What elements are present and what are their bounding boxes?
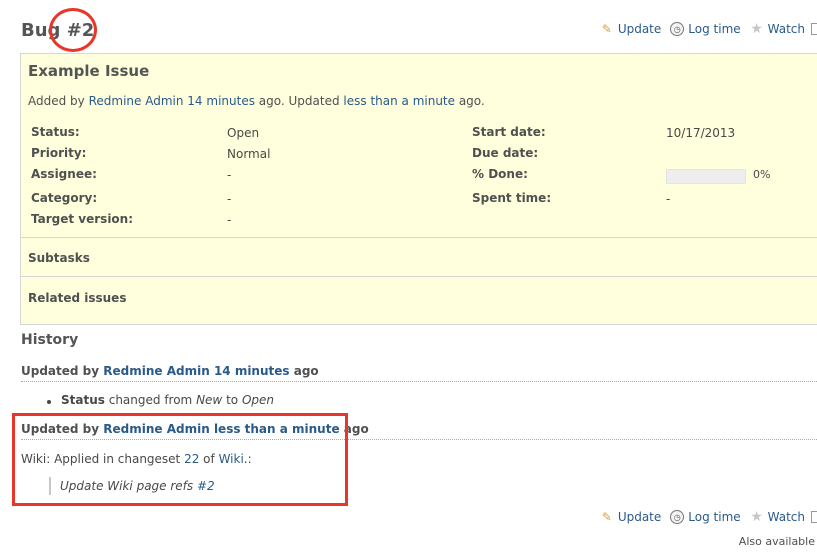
target-version-value: - — [227, 213, 232, 227]
start-date-value: 10/17/2013 — [666, 126, 736, 140]
divider — [21, 237, 817, 238]
contextual-actions-top: ✎ Update ◷ Log time ★ Watch — [591, 22, 817, 36]
list-bullet — [47, 400, 51, 404]
star-icon: ★ — [750, 21, 763, 37]
priority-value: Normal — [227, 147, 271, 161]
copy-icon[interactable] — [811, 511, 817, 523]
update-link[interactable]: ✎ Update — [600, 22, 662, 36]
status-value: Open — [227, 126, 260, 140]
annotation-box — [12, 413, 348, 506]
assignee-value: - — [227, 168, 232, 182]
watch-link[interactable]: ★ Watch — [750, 510, 805, 524]
watch-link[interactable]: ★ Watch — [750, 22, 805, 36]
star-icon: ★ — [750, 509, 763, 525]
spent-time-value: - — [666, 192, 671, 206]
percent-done-value: 0% — [753, 168, 771, 181]
author-link[interactable]: Redmine Admin — [89, 94, 184, 108]
clock-icon: ◷ — [670, 510, 685, 524]
subtasks-heading: Subtasks — [28, 251, 90, 265]
category-label: Category: — [31, 191, 98, 205]
contextual-actions-bottom: ✎ Update ◷ Log time ★ Watch — [591, 510, 817, 524]
issue-details: Example Issue Added by Redmine Admin 14 … — [20, 53, 817, 325]
issue-subject: Example Issue — [28, 62, 150, 80]
log-time-link[interactable]: ◷ Log time — [670, 22, 741, 36]
priority-label: Priority: — [31, 146, 87, 160]
percent-done-label: % Done: — [472, 167, 528, 181]
status-label: Status: — [31, 125, 80, 139]
journal-detail: Status changed from New to Open — [61, 393, 274, 407]
due-date-label: Due date: — [472, 146, 539, 160]
spent-time-label: Spent time: — [472, 191, 552, 205]
added-ago-link[interactable]: 14 minutes — [187, 94, 255, 108]
history-heading: History — [21, 332, 79, 348]
related-issues-heading: Related issues — [28, 291, 127, 305]
journal-time-link[interactable]: 14 minutes — [214, 364, 290, 378]
divider — [21, 276, 817, 277]
journal-author-link[interactable]: Redmine Admin — [103, 364, 209, 378]
assignee-label: Assignee: — [31, 167, 97, 181]
log-time-link[interactable]: ◷ Log time — [670, 510, 741, 524]
issue-author-line: Added by Redmine Admin 14 minutes ago. U… — [28, 94, 485, 108]
journal-header: Updated by Redmine Admin 14 minutes ago — [21, 364, 817, 382]
target-version-label: Target version: — [31, 212, 134, 226]
annotation-circle — [49, 8, 97, 52]
start-date-label: Start date: — [472, 125, 546, 139]
update-link[interactable]: ✎ Update — [600, 510, 662, 524]
pencil-icon: ✎ — [601, 22, 612, 36]
pencil-icon: ✎ — [601, 510, 612, 524]
copy-icon[interactable] — [811, 23, 817, 35]
clock-icon: ◷ — [670, 22, 685, 36]
progress-bar — [666, 169, 746, 184]
category-value: - — [227, 192, 232, 206]
also-available: Also available — [738, 535, 815, 548]
updated-ago-link[interactable]: less than a minute — [343, 94, 455, 108]
